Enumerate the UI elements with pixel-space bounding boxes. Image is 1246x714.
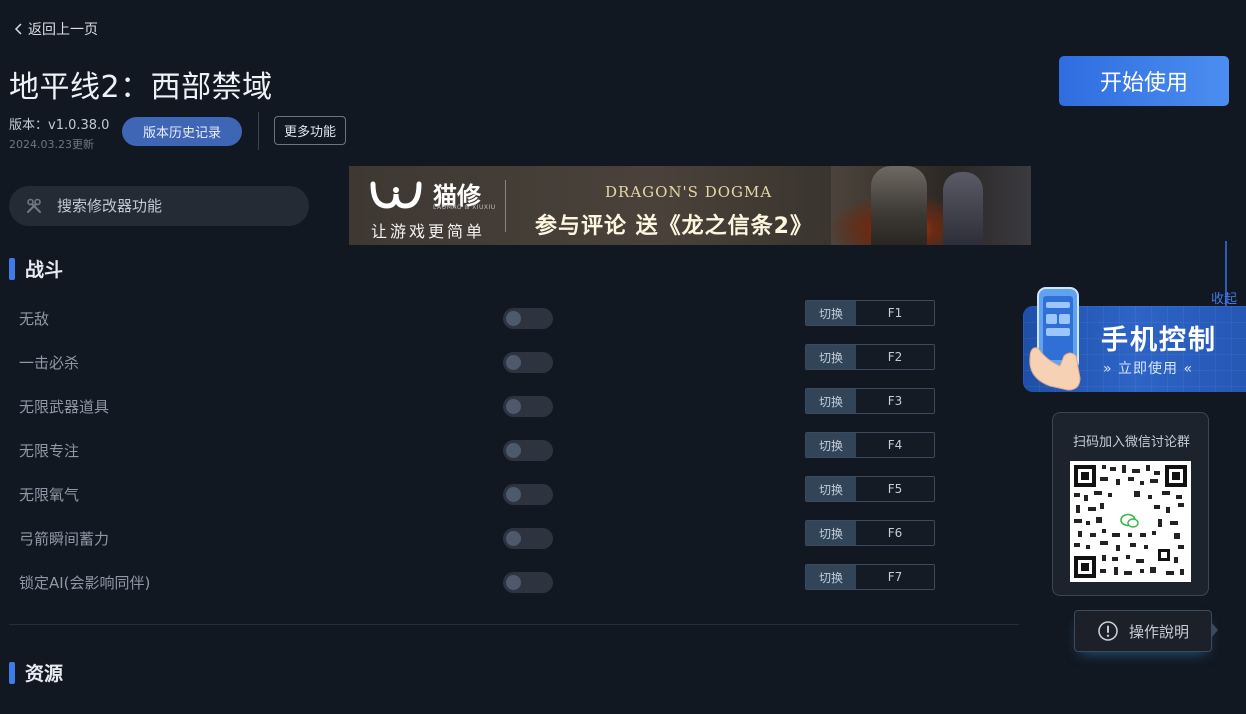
- toggle-knob: [506, 311, 521, 326]
- hotkey-switch-label: 切换: [806, 389, 856, 413]
- cheat-toggle[interactable]: [503, 308, 553, 329]
- hero-figure: [943, 172, 983, 245]
- start-button[interactable]: 开始使用: [1059, 56, 1229, 106]
- hotkey-key: F7: [856, 565, 934, 589]
- cheat-row: 弓箭瞬间蓄力 切换 F6: [0, 520, 940, 572]
- hotkey-box[interactable]: 切换 F3: [805, 388, 935, 414]
- hotkey-key: F1: [856, 301, 934, 325]
- hotkey-switch-label: 切换: [806, 565, 856, 589]
- cheat-label: 弓箭瞬间蓄力: [19, 530, 110, 548]
- cheat-row: 无限武器道具 切换 F3: [0, 388, 940, 440]
- qr-card: 扫码加入微信讨论群: [1052, 412, 1209, 596]
- page-title: 地平线2：西部禁域: [9, 70, 273, 105]
- header-divider: [258, 112, 259, 150]
- qr-title: 扫码加入微信讨论群: [1072, 435, 1190, 450]
- hotkey-box[interactable]: 切换 F1: [805, 300, 935, 326]
- hotkey-box[interactable]: 切换 F4: [805, 432, 935, 458]
- cheat-label: 锁定AI(会影响同伴): [19, 574, 151, 592]
- hotkey-switch-label: 切换: [806, 433, 856, 457]
- hotkey-key: F5: [856, 477, 934, 501]
- hotkey-box[interactable]: 切换 F6: [805, 520, 935, 546]
- help-label: 操作說明: [1128, 622, 1189, 641]
- cheat-row: 无敌 切换 F1: [0, 300, 940, 352]
- toggle-knob: [506, 443, 521, 458]
- banner-slogan: 让游戏更简单: [371, 222, 486, 241]
- section-divider: [9, 624, 1019, 625]
- brand-logo-icon: [370, 181, 422, 209]
- wrench-icon: [27, 198, 41, 213]
- update-date: 2024.03.23更新: [9, 138, 94, 151]
- cheat-label: 无限氧气: [19, 486, 80, 504]
- banner-divider: [505, 180, 506, 232]
- help-button[interactable]: 操作說明: [1074, 610, 1212, 652]
- section-accent-bar: [9, 257, 15, 280]
- cheat-toggle[interactable]: [503, 440, 553, 461]
- banner-artwork: [831, 166, 1031, 245]
- search-input[interactable]: [57, 197, 277, 215]
- toggle-knob: [506, 575, 521, 590]
- cheat-toggle[interactable]: [503, 484, 553, 505]
- cheat-label: 无限专注: [19, 442, 80, 460]
- back-label: 返回上一页: [28, 22, 98, 38]
- toggle-knob: [506, 487, 521, 502]
- banner-game-title: DRAGON'S DOGMA: [605, 183, 773, 201]
- cheat-toggle[interactable]: [503, 572, 553, 593]
- cheat-label: 一击必杀: [19, 354, 80, 372]
- phone-control-action: » 立即使用 «: [1103, 361, 1194, 377]
- banner-promo: 参与评论 送《龙之信条2》: [535, 214, 813, 239]
- toggle-knob: [506, 355, 521, 370]
- collapse-link[interactable]: 收起: [1211, 288, 1237, 307]
- cheat-toggle[interactable]: [503, 352, 553, 373]
- hotkey-box[interactable]: 切换 F7: [805, 564, 935, 590]
- phone-in-hand-icon: [1029, 287, 1081, 391]
- section-header-resources: 资源: [9, 659, 63, 686]
- hotkey-key: F4: [856, 433, 934, 457]
- search-box[interactable]: [9, 186, 309, 226]
- section-accent-bar: [9, 661, 15, 684]
- toggle-knob: [506, 531, 521, 546]
- hotkey-switch-label: 切换: [806, 477, 856, 501]
- section-title: 资源: [25, 663, 64, 685]
- cheat-toggle[interactable]: [503, 528, 553, 549]
- cheat-row: 无限氧气 切换 F5: [0, 476, 940, 528]
- cheat-row: 锁定AI(会影响同伴) 切换 F7: [0, 564, 940, 616]
- hotkey-key: F2: [856, 345, 934, 369]
- hotkey-switch-label: 切换: [806, 345, 856, 369]
- hotkey-key: F6: [856, 521, 934, 545]
- cheat-label: 无限武器道具: [19, 398, 110, 416]
- version-text: 版本：v1.0.38.0: [9, 118, 110, 133]
- section-header-combat: 战斗: [9, 255, 63, 282]
- cheat-row: 无限专注 切换 F4: [0, 432, 940, 484]
- warning-icon: [1098, 621, 1118, 641]
- ad-banner[interactable]: 猫修 LAOMAO & XIUXIU 让游戏更简单 DRAGON'S DOGMA…: [349, 166, 1031, 245]
- hotkey-box[interactable]: 切换 F5: [805, 476, 935, 502]
- hotkey-key: F3: [856, 389, 934, 413]
- version-history-button[interactable]: 版本历史记录: [122, 117, 242, 146]
- phone-control-action-label: 立即使用: [1118, 361, 1179, 377]
- cheat-label: 无敌: [19, 310, 50, 328]
- back-link[interactable]: 返回上一页: [14, 19, 98, 39]
- phone-control-title: 手机控制: [1101, 325, 1217, 356]
- hotkey-switch-label: 切换: [806, 301, 856, 325]
- cheat-row: 一击必杀 切换 F2: [0, 344, 940, 396]
- knight-figure: [871, 166, 927, 245]
- more-features-button[interactable]: 更多功能: [274, 116, 346, 145]
- chevron-left-icon: [14, 23, 22, 35]
- toggle-knob: [506, 399, 521, 414]
- banner-brand-sub: LAOMAO & XIUXIU: [433, 204, 496, 211]
- cheat-toggle[interactable]: [503, 396, 553, 417]
- wechat-qr-code: [1070, 461, 1191, 582]
- section-title: 战斗: [25, 259, 64, 281]
- hotkey-switch-label: 切换: [806, 521, 856, 545]
- help-button-pointer: [1211, 622, 1218, 638]
- hotkey-box[interactable]: 切换 F2: [805, 344, 935, 370]
